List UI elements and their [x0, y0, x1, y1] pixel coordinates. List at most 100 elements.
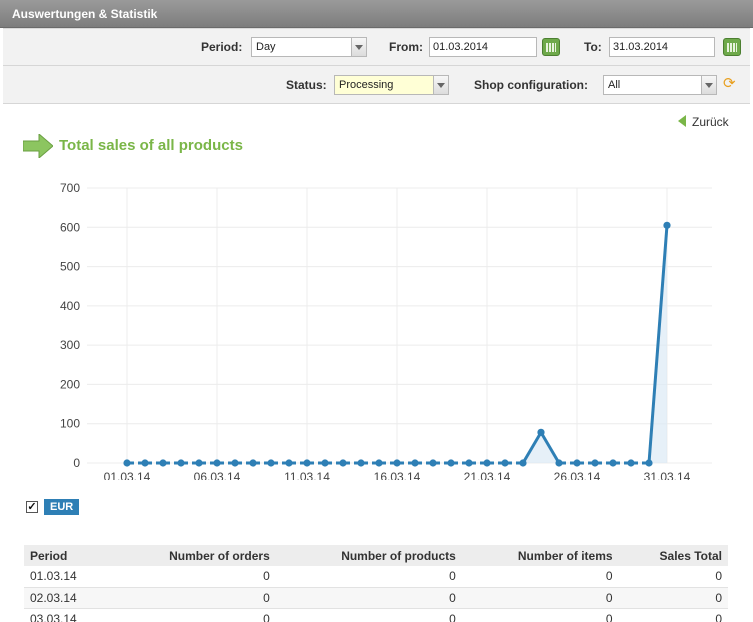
data-point [609, 459, 617, 467]
table-row: 02.03.14 0 0 0 0 [24, 587, 728, 609]
y-tick-label: 700 [60, 181, 80, 195]
legend-checkbox[interactable]: ✓ [26, 501, 38, 513]
to-date-input[interactable]: 31.03.2014 [609, 37, 715, 57]
page-title: Total sales of all products [59, 137, 243, 154]
table-cell: 0 [275, 587, 462, 609]
data-point [645, 459, 653, 467]
period-select[interactable]: Day [251, 37, 367, 57]
back-arrow-icon [678, 115, 686, 127]
table-cell: 0 [618, 587, 728, 609]
data-point [231, 459, 239, 467]
shop-configuration-label: Shop configuration: [474, 78, 588, 92]
y-tick-label: 600 [60, 220, 80, 234]
data-point [285, 459, 293, 467]
x-tick-label: 16.03.14 [374, 470, 421, 480]
table-cell: 0 [110, 566, 276, 588]
data-point [429, 459, 437, 467]
table-cell: 0 [110, 608, 276, 622]
table-cell: 0 [618, 608, 728, 622]
table-cell: 0 [618, 566, 728, 588]
data-point [249, 459, 257, 467]
status-filter-row: Status: Processing Shop configuration: A… [3, 66, 750, 104]
table-cell: 0 [275, 608, 462, 622]
data-point [321, 459, 329, 467]
data-point [501, 459, 509, 467]
data-point [159, 459, 167, 467]
period-filter-row: Period: Day From: 01.03.2014 To: 31.03.2… [3, 28, 750, 66]
table-cell: 0 [110, 587, 276, 609]
data-point [537, 428, 545, 436]
x-tick-label: 21.03.14 [464, 470, 511, 480]
column-header: Number of products [275, 545, 462, 566]
period-label: Period: [201, 40, 243, 54]
status-label: Status: [286, 78, 327, 92]
data-point [591, 459, 599, 467]
shop-configuration-select[interactable]: All [603, 75, 717, 95]
table-cell: 02.03.14 [24, 587, 111, 609]
y-tick-label: 500 [60, 260, 80, 274]
table-cell: 0 [461, 608, 619, 622]
table-header-row: Period Number of orders Number of products… [24, 545, 728, 566]
data-point [195, 459, 203, 467]
status-select-value: Processing [339, 79, 394, 91]
to-label: To: [584, 40, 602, 54]
data-point [393, 459, 401, 467]
table-row: 03.03.14 0 0 0 0 [24, 608, 728, 622]
refresh-icon[interactable]: ⟳ [723, 76, 737, 91]
data-point [123, 459, 131, 467]
data-point [627, 459, 635, 467]
data-point [303, 459, 311, 467]
chevron-down-icon [351, 38, 366, 56]
column-header: Number of items [461, 545, 619, 566]
window-titlebar: Auswertungen & Statistik [0, 0, 753, 28]
window-title: Auswertungen & Statistik [12, 7, 158, 21]
table-cell: 0 [461, 587, 619, 609]
calendar-icon[interactable] [723, 38, 741, 56]
chevron-down-icon [701, 76, 716, 94]
x-tick-label: 11.03.14 [284, 470, 330, 480]
data-point [177, 459, 185, 467]
column-header: Number of orders [110, 545, 276, 566]
column-header: Period [24, 545, 111, 566]
table-row: 01.03.14 0 0 0 0 [24, 566, 728, 588]
data-point [267, 459, 275, 467]
from-date-input[interactable]: 01.03.2014 [429, 37, 537, 57]
y-tick-label: 0 [73, 456, 80, 470]
x-tick-label: 31.03.14 [644, 470, 691, 480]
table-cell: 01.03.14 [24, 566, 111, 588]
table-cell: 0 [461, 566, 619, 588]
y-tick-label: 100 [60, 417, 80, 431]
back-link-label: Zurück [692, 115, 729, 129]
x-tick-label: 06.03.14 [194, 470, 241, 480]
data-point [555, 459, 563, 467]
data-point [339, 459, 347, 467]
back-link[interactable]: Zurück [678, 115, 729, 129]
column-header: Sales Total [618, 545, 728, 566]
status-select[interactable]: Processing [334, 75, 449, 95]
data-point [483, 459, 491, 467]
statistics-table: Period Number of orders Number of products… [24, 545, 728, 622]
data-point [447, 459, 455, 467]
chevron-down-icon [433, 76, 448, 94]
data-point [519, 459, 527, 467]
data-point [411, 459, 419, 467]
data-point [213, 459, 221, 467]
shop-configuration-value: All [608, 79, 621, 91]
data-point [141, 459, 149, 467]
y-tick-label: 200 [60, 377, 80, 391]
legend-currency-tag: EUR [44, 499, 80, 515]
x-tick-label: 01.03.14 [104, 470, 151, 480]
sales-line-chart: 0 100 200 300 400 500 600 700 01.03.14 06.03.14 11… [60, 181, 712, 480]
table-cell: 03.03.14 [24, 608, 111, 622]
arrow-right-icon [23, 134, 53, 158]
data-point [375, 459, 383, 467]
x-tick-label: 26.03.14 [554, 470, 601, 480]
y-tick-label: 400 [60, 299, 80, 313]
y-tick-label: 300 [60, 338, 80, 352]
data-point [663, 221, 671, 229]
table-cell: 0 [275, 566, 462, 588]
data-point [573, 459, 581, 467]
data-point [465, 459, 473, 467]
period-select-value: Day [256, 41, 276, 53]
calendar-icon[interactable] [542, 38, 560, 56]
